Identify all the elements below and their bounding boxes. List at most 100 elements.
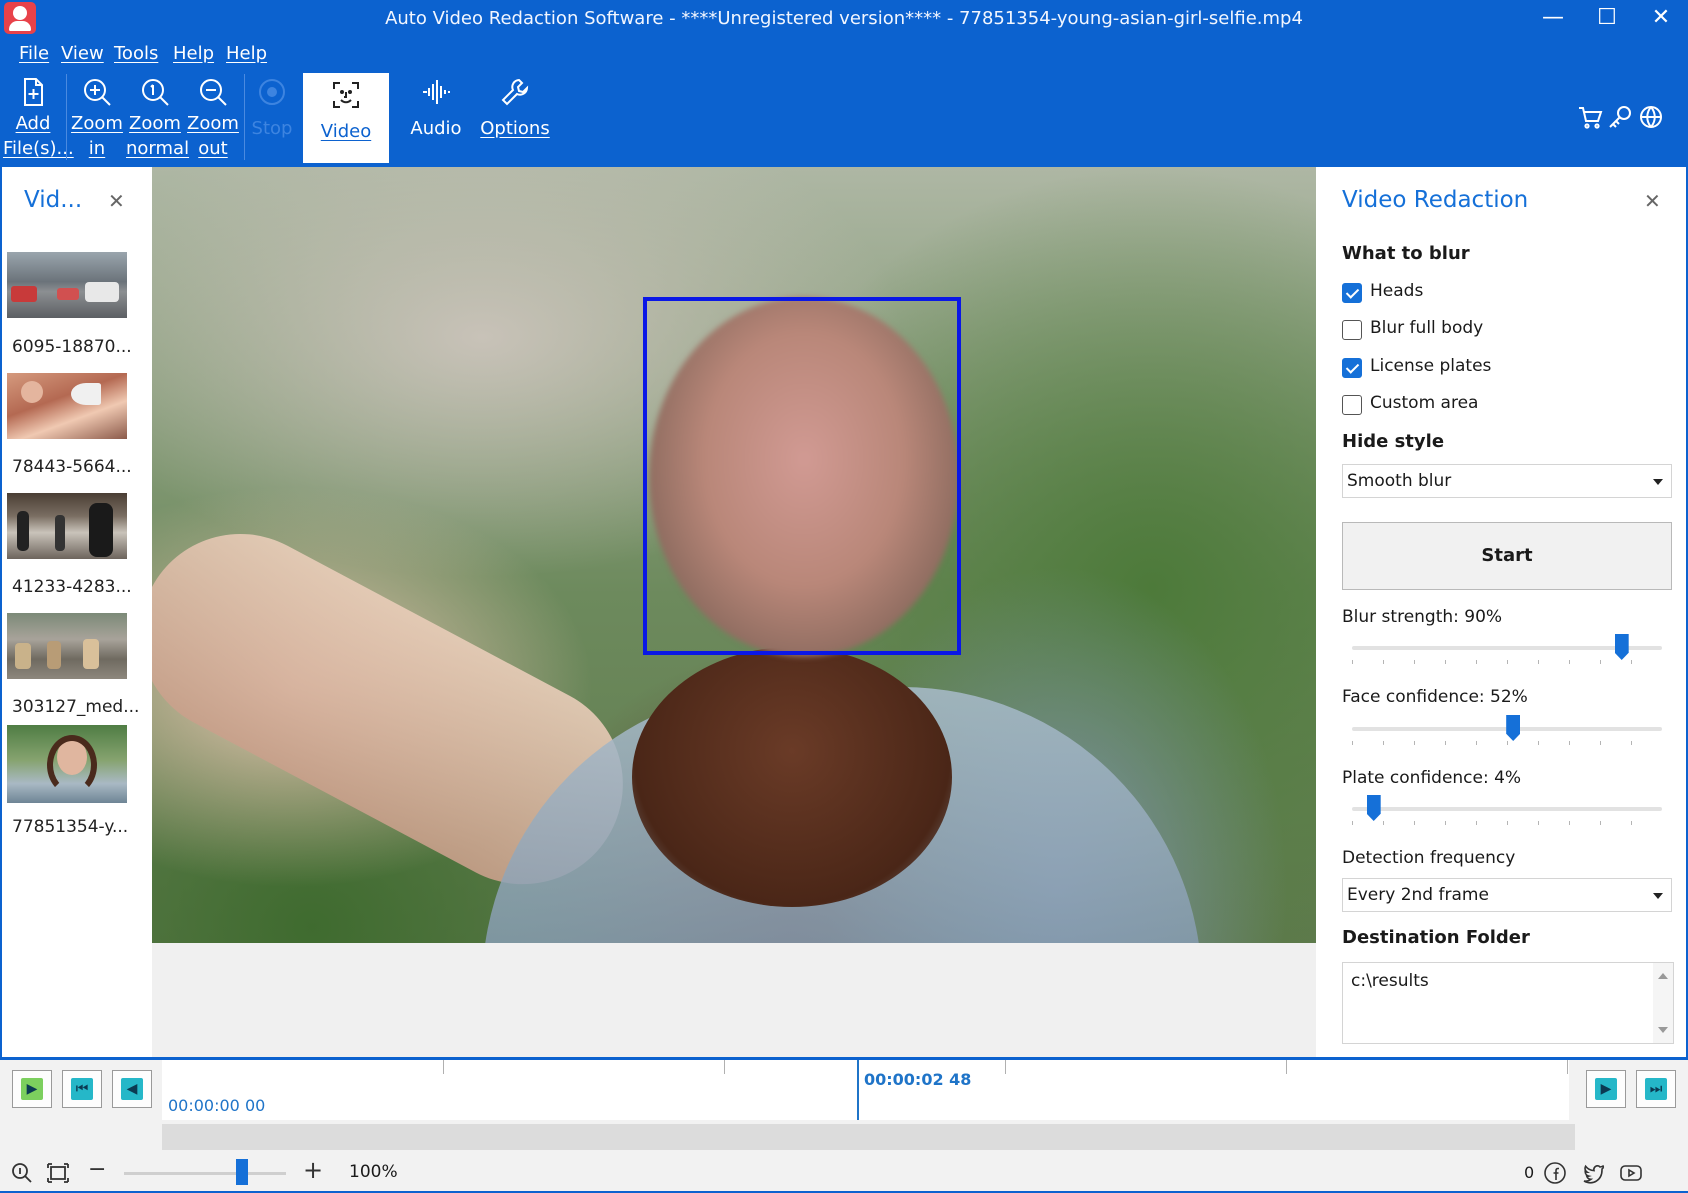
zoom-normal-icon[interactable] [10,1161,34,1185]
slider-thumb[interactable] [1366,795,1381,821]
stop-button[interactable]: Stop [248,70,296,162]
video-thumbnail-5[interactable] [7,725,127,803]
zoom-slider-thumb[interactable] [236,1159,248,1185]
play-button[interactable]: ▶ [12,1070,52,1108]
video-tab[interactable]: Video [303,73,389,163]
key-icon[interactable] [1607,104,1633,130]
zoom-plus-button[interactable]: + [303,1156,323,1184]
video-label-5[interactable]: 77851354-y... [12,817,128,837]
plate-confidence-slider[interactable] [1352,795,1662,825]
menu-file[interactable]: File [19,43,49,64]
add-file-icon [24,78,43,106]
video-scene-hair [632,647,952,907]
options-tab[interactable]: Options [478,70,552,162]
zoom-out-icon [200,79,227,106]
destination-scrollbar[interactable] [1653,963,1673,1043]
step-back-icon: ◀ [121,1078,143,1100]
menu-bar: File View Tools Help Help [0,38,1688,70]
timeline-track[interactable]: 00:00:00 00 00:00:02 48 [162,1060,1569,1120]
fast-forward-icon: ⏭ [1645,1078,1667,1100]
toolbar: Add File(s)... Zoom in Zoom normal Zoom … [0,70,1688,167]
minimize-button[interactable]: — [1526,0,1580,38]
menu-tools[interactable]: Tools [114,43,158,64]
redaction-panel-title: Video Redaction [1342,187,1529,213]
zoom-normal-button[interactable]: Zoom normal [126,70,189,162]
timeline: ▶ ⏮ ◀ 00:00:00 00 00:00:02 48 ▶ ⏭ [0,1057,1688,1153]
hide-style-value: Smooth blur [1347,471,1452,491]
wrench-icon [501,78,529,106]
zoom-slider-track[interactable] [124,1172,286,1175]
twitter-icon[interactable] [1581,1161,1605,1185]
video-label-3[interactable]: 41233-4283... [12,577,132,597]
zoom-minus-button[interactable]: − [88,1157,106,1182]
step-forward-button[interactable]: ▶ [1586,1070,1626,1108]
video-label-1[interactable]: 6095-18870... [12,337,132,357]
slider-thumb[interactable] [1614,634,1629,660]
blur-strength-label: Blur strength: 90% [1342,607,1503,627]
license-plates-checkbox[interactable] [1342,358,1362,378]
timeline-tick [1567,1060,1568,1074]
slider-ticks [1352,660,1662,664]
timeline-tick [1286,1060,1287,1074]
face-detection-box[interactable] [643,297,961,655]
facebook-icon[interactable] [1543,1161,1567,1185]
step-forward-icon: ▶ [1595,1078,1617,1100]
scroll-up-icon[interactable] [1658,973,1668,979]
playhead[interactable] [857,1060,859,1120]
cart-icon[interactable] [1577,104,1603,130]
rewind-icon: ⏮ [71,1078,93,1100]
zoom-level: 100% [349,1162,398,1182]
detection-frequency-dropdown[interactable]: Every 2nd frame [1342,878,1672,912]
face-confidence-slider[interactable] [1352,715,1662,745]
toolbar-separator [244,74,245,160]
blur-strength-slider[interactable] [1352,634,1662,664]
youtube-icon[interactable] [1619,1161,1643,1185]
video-thumbnail-3[interactable] [7,493,127,559]
custom-area-checkbox[interactable] [1342,395,1362,415]
start-button[interactable]: Start [1342,522,1672,590]
menu-help-2[interactable]: Help [226,43,267,64]
destination-folder-input[interactable]: c:\results [1342,962,1674,1044]
video-label-4[interactable]: 303127_med... [12,697,139,717]
chevron-down-icon [1653,893,1663,899]
zoom-out-button[interactable]: Zoom out [186,70,240,162]
close-redaction-panel-button[interactable]: ✕ [1644,189,1661,213]
rewind-button[interactable]: ⏮ [62,1070,102,1108]
globe-icon[interactable] [1638,104,1664,130]
step-back-button[interactable]: ◀ [112,1070,152,1108]
close-window-button[interactable]: ✕ [1634,0,1688,38]
video-thumbnail-4[interactable] [7,613,127,679]
hide-style-heading: Hide style [1342,431,1445,452]
timeline-scrollbar[interactable] [162,1124,1575,1150]
window-title: Auto Video Redaction Software - ****Unre… [385,8,1303,29]
timeline-tick [443,1060,444,1074]
playhead-time: 00:00:02 48 [864,1070,972,1089]
timeline-start-time: 00:00:00 00 [168,1096,266,1115]
menu-help[interactable]: Help [173,43,214,64]
hide-style-dropdown[interactable]: Smooth blur [1342,464,1672,498]
menu-view[interactable]: View [61,43,104,64]
audio-tab[interactable]: Audio [404,70,468,162]
fast-forward-button[interactable]: ⏭ [1636,1070,1676,1108]
video-preview[interactable] [152,167,1316,943]
maximize-button[interactable]: ☐ [1580,0,1634,38]
face-confidence-label: Face confidence: 52% [1342,687,1528,707]
close-video-list-button[interactable]: ✕ [108,189,125,213]
heads-checkbox[interactable] [1342,283,1362,303]
video-list-title: Vid... [24,187,83,213]
fit-to-window-icon[interactable] [46,1161,70,1185]
video-label-2[interactable]: 78443-5664... [12,457,132,477]
blur-full-body-checkbox[interactable] [1342,320,1362,340]
add-files-button[interactable]: Add File(s)... [3,70,74,162]
audio-wave-icon [423,80,450,104]
video-thumbnail-2[interactable] [7,373,127,439]
zoom-in-button[interactable]: Zoom in [70,70,124,162]
face-scan-icon [333,82,359,108]
status-count: 0 [1524,1163,1535,1182]
slider-thumb[interactable] [1506,715,1521,741]
status-bar: − + 100% 0 [0,1153,1688,1193]
plate-confidence-label: Plate confidence: 4% [1342,768,1522,788]
video-thumbnail-1[interactable] [7,252,127,318]
toolbar-separator [66,74,67,160]
scroll-down-icon[interactable] [1658,1027,1668,1033]
